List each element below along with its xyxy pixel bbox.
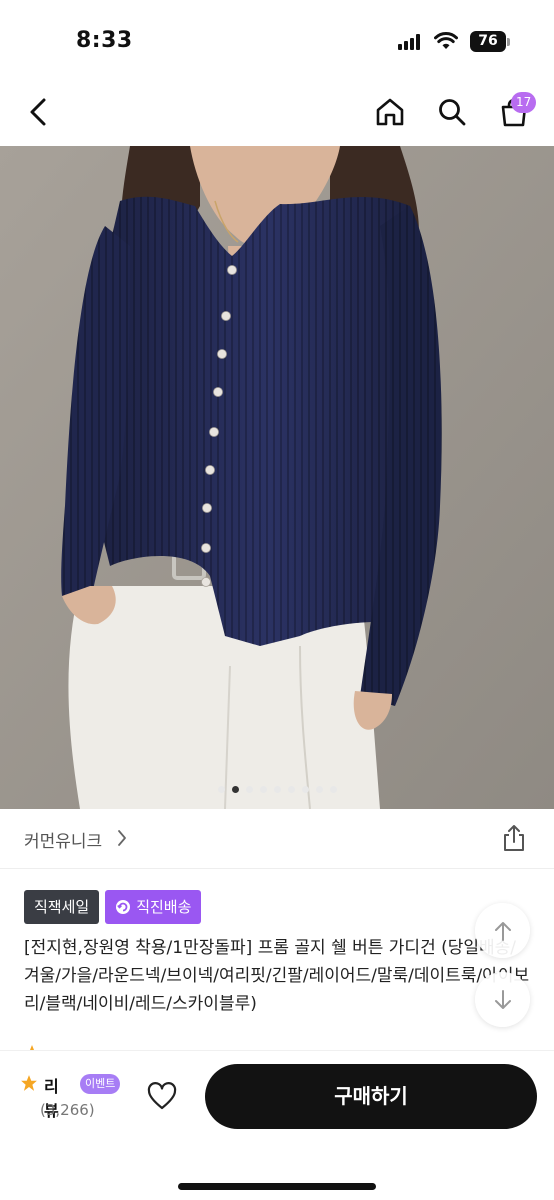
- share-icon[interactable]: [499, 823, 529, 853]
- status-time: 8:33: [76, 28, 133, 53]
- search-button[interactable]: [432, 92, 472, 132]
- carousel-indicator: [0, 786, 554, 793]
- scroll-down-button[interactable]: [475, 972, 530, 1027]
- battery-icon: 76: [470, 31, 506, 52]
- refresh-icon: [116, 900, 131, 914]
- bottom-action-bar: 리뷰 이벤트 (3,266) 구매하기: [0, 1050, 554, 1200]
- carousel-dot[interactable]: [245, 786, 253, 793]
- home-button[interactable]: [370, 92, 410, 132]
- review-count: (3,266): [40, 1101, 95, 1119]
- carousel-dot[interactable]: [273, 786, 281, 793]
- scroll-up-button[interactable]: [475, 903, 530, 958]
- star-icon: [21, 1075, 37, 1091]
- carousel-dot[interactable]: [217, 786, 225, 793]
- carousel-dot[interactable]: [315, 786, 323, 793]
- heart-icon[interactable]: [146, 1081, 178, 1113]
- carousel-dot[interactable]: [329, 786, 337, 793]
- signal-icon: [398, 34, 422, 50]
- status-bar: 8:33 76: [0, 0, 554, 80]
- sale-badge-label: 직잭세일: [34, 898, 90, 916]
- carousel-dot[interactable]: [259, 786, 267, 793]
- buy-button[interactable]: 구매하기: [205, 1064, 537, 1129]
- event-badge: 이벤트: [80, 1074, 121, 1094]
- product-photo: [0, 146, 554, 809]
- delivery-badge: 직진배송: [105, 890, 202, 924]
- back-button[interactable]: [18, 92, 58, 132]
- top-nav: [0, 80, 554, 146]
- product-title: [전지현,장원영 착용/1만장돌파] 프롬 골지 쉘 버튼 가디건 (당일배송/…: [24, 938, 530, 1014]
- carousel-dot[interactable]: [231, 786, 239, 793]
- home-indicator: [178, 1183, 376, 1190]
- brand-row: 커먼유니크: [0, 809, 554, 869]
- search-icon: [439, 99, 466, 126]
- brand-link[interactable]: 커먼유니크: [24, 827, 102, 852]
- delivery-badge-label: 직진배송: [136, 898, 192, 916]
- carousel-dot[interactable]: [287, 786, 295, 793]
- cart-count-badge: 17: [511, 92, 537, 113]
- wifi-icon: [434, 32, 458, 49]
- arrow-up-icon: [494, 921, 511, 941]
- home-icon: [376, 98, 404, 126]
- product-badges: 직잭세일 직진배송: [24, 890, 202, 924]
- product-image-carousel[interactable]: [0, 146, 554, 809]
- sale-badge: 직잭세일: [24, 890, 100, 924]
- battery-tip: [507, 38, 510, 46]
- carousel-dot[interactable]: [301, 786, 309, 793]
- chevron-left-icon: [30, 98, 46, 126]
- chevron-right-icon: [118, 830, 126, 846]
- arrow-down-icon: [494, 989, 511, 1009]
